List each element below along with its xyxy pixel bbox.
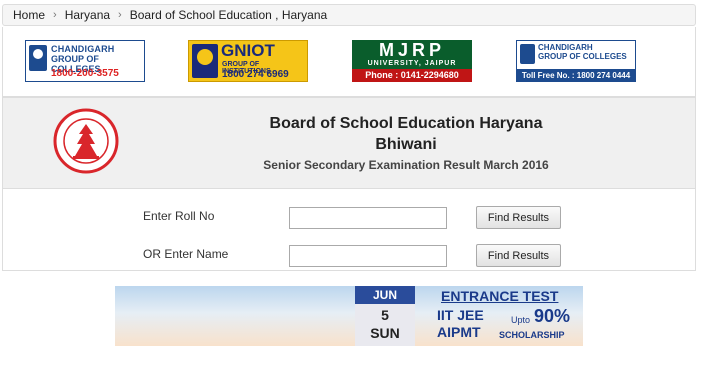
entrance-test-banner[interactable]: JUN 5 SUN ENTRANCE TEST IIT JEE AIPMT Up… (115, 286, 583, 346)
gniot-ad-name: GNIOT (221, 41, 275, 60)
cgc-ad-line2: GROUP OF COLLEGES (538, 52, 627, 61)
board-city: Bhiwani (375, 136, 437, 153)
cgc-ad-phone: 1800-200-3575 (51, 68, 119, 79)
mjrp-ad[interactable]: MJRP UNIVERSITY, JAIPUR Phone : 0141-229… (352, 40, 472, 82)
mjrp-ad-phone: Phone : 0141-2294680 (352, 69, 472, 82)
calendar-date: JUN 5 SUN (355, 286, 415, 346)
cgc-ad-line1: CHANDIGARH (538, 43, 593, 52)
gniot-ad-phone: 1800 274 6969 (222, 69, 289, 80)
gniot-ad[interactable]: GNIOT GROUP OF INSTITUTIONS 1800 274 696… (188, 40, 308, 82)
exam-aipmt: AIPMT (437, 324, 481, 340)
calendar-day: 5 (381, 307, 389, 323)
roll-no-label: Enter Roll No (143, 209, 215, 223)
sponsor-ads-row: CHANDIGARH GROUP OF COLLEGES 1800-200-35… (2, 27, 696, 97)
cgc-ad-right[interactable]: CHANDIGARH GROUP OF COLLEGES Toll Free N… (516, 40, 636, 82)
board-seal-icon (53, 108, 119, 174)
mjrp-ad-subtitle: UNIVERSITY, JAIPUR (367, 60, 457, 67)
scholarship-label: SCHOLARSHIP (499, 330, 565, 340)
calendar-weekday: SUN (370, 325, 400, 341)
name-input[interactable] (289, 245, 447, 267)
entrance-test-heading: ENTRANCE TEST (441, 288, 559, 304)
exam-title: Senior Secondary Examination Result Marc… (263, 158, 549, 172)
upto-text: Upto (511, 315, 531, 325)
breadcrumb-separator: › (118, 9, 122, 21)
result-search-form: Enter Roll No Find Results OR Enter Name… (2, 189, 696, 271)
breadcrumb: Home › Haryana › Board of School Educati… (2, 4, 696, 26)
board-header: Board of School Education Haryana Bhiwan… (2, 97, 696, 189)
calendar-day-box: 5 SUN (355, 304, 415, 346)
mjrp-ad-name: MJRP (378, 40, 445, 60)
name-label: OR Enter Name (143, 247, 229, 261)
gniot-logo-icon (192, 44, 218, 78)
cgc-ad-phone: Toll Free No. : 1800 274 0444 (517, 69, 635, 81)
calendar-month: JUN (355, 286, 415, 304)
breadcrumb-separator: › (53, 9, 57, 21)
scholarship-percent: 90% (534, 306, 571, 326)
cgc-logo-icon (29, 45, 47, 71)
cgc-logo-icon (520, 44, 535, 64)
exam-iit-jee: IIT JEE (437, 307, 484, 323)
breadcrumb-haryana-link[interactable]: Haryana (65, 8, 110, 22)
cgc-ad-line1: CHANDIGARH (51, 44, 115, 54)
find-results-roll-button[interactable]: Find Results (476, 206, 561, 229)
board-title: Board of School Education Haryana (269, 115, 543, 132)
cgc-ad-left[interactable]: CHANDIGARH GROUP OF COLLEGES 1800-200-35… (25, 40, 145, 82)
breadcrumb-current: Board of School Education , Haryana (129, 8, 328, 22)
roll-no-input[interactable] (289, 207, 447, 229)
find-results-name-button[interactable]: Find Results (476, 244, 561, 267)
breadcrumb-home-link[interactable]: Home (13, 8, 45, 22)
